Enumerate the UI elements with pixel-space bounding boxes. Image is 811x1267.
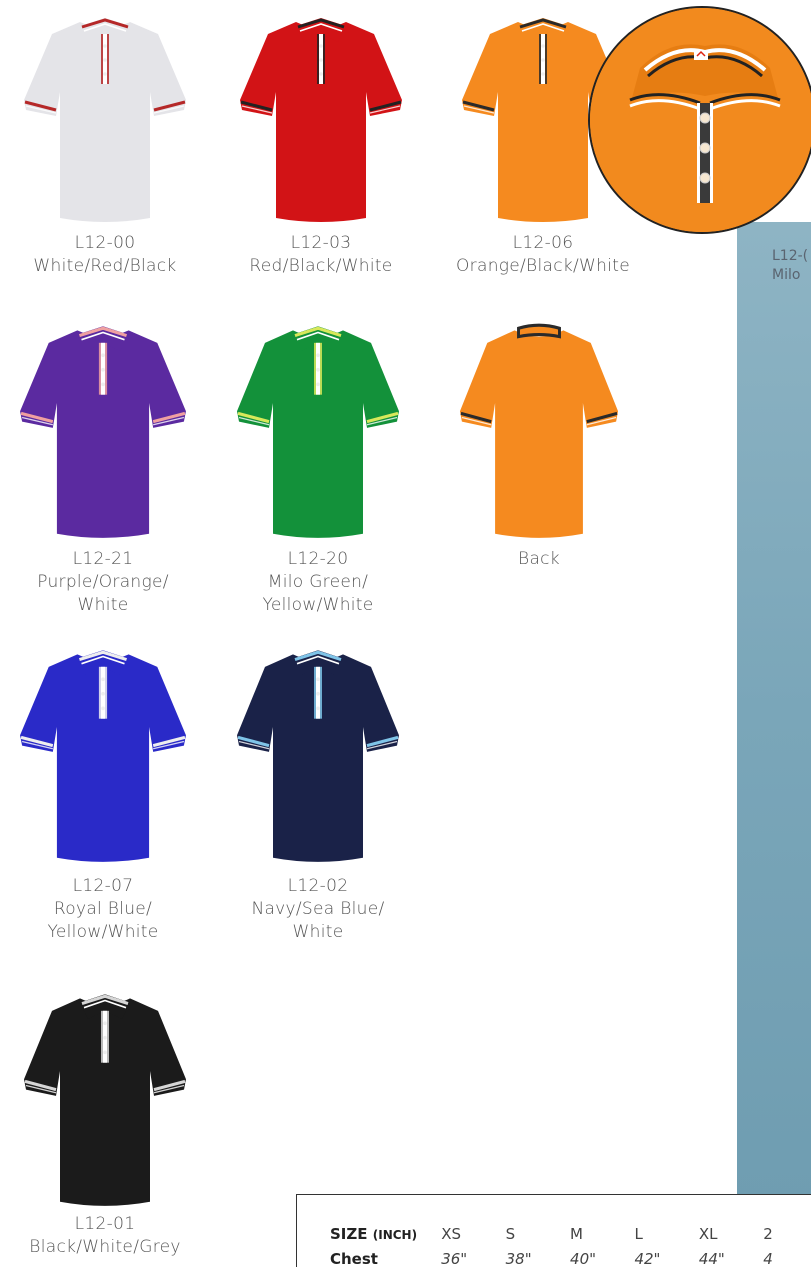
product-caption: L12-21 Purple/Orange/White bbox=[3, 548, 203, 617]
size-value: 4 bbox=[763, 1249, 773, 1267]
product-color-name: Yellow/White bbox=[262, 595, 374, 615]
size-header-unit: (INCH) bbox=[372, 1227, 418, 1242]
polo-shirt-image bbox=[20, 650, 186, 862]
product-code: L12-02 bbox=[287, 876, 349, 896]
product-color-name: Purple/Orange/ bbox=[37, 572, 169, 592]
polo-shirt-image bbox=[20, 326, 186, 538]
size-value: 36" bbox=[441, 1249, 468, 1267]
product-caption: L12-06 Orange/Black/White bbox=[443, 232, 643, 278]
product-caption: L12-07 Royal Blue/Yellow/White bbox=[3, 875, 203, 944]
collar-detail-image bbox=[590, 8, 811, 232]
product-color-name: Yellow/White bbox=[47, 922, 159, 942]
polo-shirt-image bbox=[240, 18, 402, 222]
product-item bbox=[18, 644, 188, 866]
size-value: 44" bbox=[698, 1249, 725, 1267]
product-item bbox=[235, 320, 401, 542]
product-color-name: Back bbox=[518, 549, 560, 569]
product-caption: L12-02 Navy/Sea Blue/White bbox=[218, 875, 418, 944]
product-item bbox=[22, 988, 188, 1210]
collar-detail-zoom bbox=[588, 6, 811, 234]
size-header-label: SIZE bbox=[330, 1224, 368, 1243]
polo-shirt-image bbox=[24, 18, 186, 222]
product-caption: L12-00 White/Red/Black bbox=[5, 232, 205, 278]
side-panel-caption-line2: Milo bbox=[772, 267, 801, 283]
product-caption: L12-20 Milo Green/Yellow/White bbox=[218, 548, 418, 617]
product-color-name: Milo Green/ bbox=[267, 572, 369, 592]
size-header-cell: SIZE (INCH) bbox=[330, 1221, 441, 1246]
side-panel bbox=[737, 222, 811, 1202]
size-value: 42" bbox=[634, 1249, 661, 1267]
size-label: 2 bbox=[763, 1224, 773, 1243]
size-label: XS bbox=[441, 1224, 462, 1243]
product-code: L12-03 bbox=[290, 233, 352, 253]
size-label: L bbox=[634, 1224, 643, 1243]
size-label: S bbox=[505, 1224, 516, 1243]
side-panel-caption-line1: L12-( bbox=[772, 248, 809, 264]
size-value: 38" bbox=[505, 1249, 532, 1267]
product-item bbox=[458, 320, 620, 542]
size-chart: SIZE (INCH) XS S M L XL 2 Chest 36" 38" 40" 42" 4… bbox=[296, 1194, 811, 1267]
product-color-name: White/Red/Black bbox=[33, 256, 177, 276]
product-color-name: Navy/Sea Blue/ bbox=[251, 899, 385, 919]
product-color-name: Black/White/Grey bbox=[29, 1237, 181, 1257]
product-color-name: White bbox=[292, 922, 344, 942]
product-code: L12-07 bbox=[72, 876, 134, 896]
product-code: L12-06 bbox=[512, 233, 574, 253]
product-item bbox=[18, 320, 188, 542]
product-color-name: Red/Black/White bbox=[249, 256, 393, 276]
product-color-name: White bbox=[77, 595, 129, 615]
size-table: SIZE (INCH) XS S M L XL 2 Chest 36" 38" 40" 42" 4… bbox=[330, 1221, 811, 1267]
product-caption: L12-01 Black/White/Grey bbox=[5, 1213, 205, 1259]
size-label: XL bbox=[698, 1224, 718, 1243]
product-item bbox=[238, 12, 404, 226]
product-item bbox=[235, 644, 401, 866]
product-code: L12-01 bbox=[74, 1214, 136, 1234]
product-code: L12-00 bbox=[74, 233, 136, 253]
polo-shirt-image bbox=[24, 994, 186, 1206]
size-row-label: Chest bbox=[330, 1249, 378, 1267]
side-panel-caption: L12-( Milo bbox=[772, 247, 811, 285]
product-code: L12-20 bbox=[287, 549, 349, 569]
size-row-chest: Chest 36" 38" 40" 42" 44" 4 bbox=[330, 1246, 811, 1267]
polo-shirt-image bbox=[237, 650, 399, 862]
product-caption: Back bbox=[439, 548, 639, 571]
product-color-name: Orange/Black/White bbox=[456, 256, 630, 276]
size-header-row: SIZE (INCH) XS S M L XL 2 bbox=[330, 1221, 811, 1246]
product-item bbox=[22, 12, 188, 226]
size-label: M bbox=[570, 1224, 583, 1243]
product-color-name: Royal Blue/ bbox=[53, 899, 153, 919]
product-caption: L12-03 Red/Black/White bbox=[221, 232, 421, 278]
product-code: L12-21 bbox=[72, 549, 134, 569]
size-value: 40" bbox=[570, 1249, 597, 1267]
polo-shirt-image bbox=[459, 323, 619, 538]
polo-shirt-image bbox=[237, 326, 399, 538]
